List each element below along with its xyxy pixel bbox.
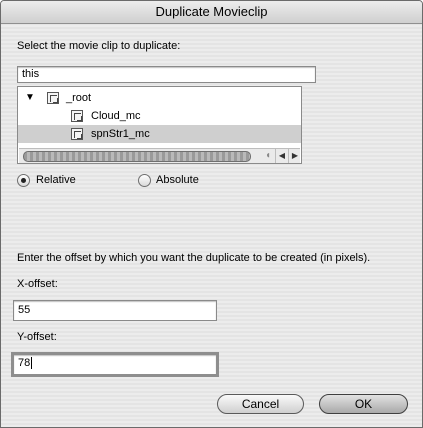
scroll-right-icon[interactable]: ▶ (288, 149, 301, 163)
y-offset-input[interactable]: 78 (11, 352, 219, 377)
movieclip-tree[interactable]: ▼ _root Cloud_mc spnStr1_mc ◖ ◀ ▶ (17, 86, 302, 164)
radio-absolute-label: Absolute (156, 174, 199, 186)
movieclip-icon (71, 110, 83, 122)
select-clip-label: Select the movie clip to duplicate: (17, 40, 181, 52)
tree-item-label: _root (66, 92, 92, 104)
scrollbar-thumb[interactable] (23, 151, 251, 162)
scroll-cap-icon: ◖ (264, 150, 272, 161)
tree-row-cloud[interactable]: Cloud_mc (18, 107, 301, 125)
text-caret (31, 357, 33, 370)
disclosure-triangle-icon[interactable]: ▼ (25, 89, 35, 107)
y-offset-label: Y-offset: (17, 331, 57, 343)
clip-path-input[interactable]: this (17, 66, 316, 83)
movieclip-icon (71, 128, 83, 140)
radio-relative[interactable] (17, 174, 30, 187)
radio-relative-label: Relative (36, 174, 76, 186)
tree-row-spnstr1[interactable]: spnStr1_mc (18, 125, 301, 143)
duplicate-movieclip-dialog: Duplicate Movieclip Select the movie cli… (0, 0, 423, 428)
movieclip-icon (47, 92, 59, 104)
tree-item-label: spnStr1_mc (91, 128, 150, 140)
horizontal-scrollbar[interactable]: ◖ ◀ ▶ (19, 148, 300, 163)
y-offset-value: 78 (18, 357, 31, 369)
cancel-button[interactable]: Cancel (217, 394, 304, 414)
offset-instruction: Enter the offset by which you want the d… (17, 252, 371, 264)
radio-absolute[interactable] (138, 174, 151, 187)
tree-item-label: Cloud_mc (91, 110, 141, 122)
ok-button[interactable]: OK (319, 394, 408, 414)
x-offset-label: X-offset: (17, 278, 58, 290)
scroll-left-icon[interactable]: ◀ (275, 149, 288, 163)
x-offset-input[interactable]: 55 (13, 300, 217, 321)
tree-row-root[interactable]: ▼ _root (18, 89, 301, 107)
dialog-title: Duplicate Movieclip (1, 1, 422, 24)
